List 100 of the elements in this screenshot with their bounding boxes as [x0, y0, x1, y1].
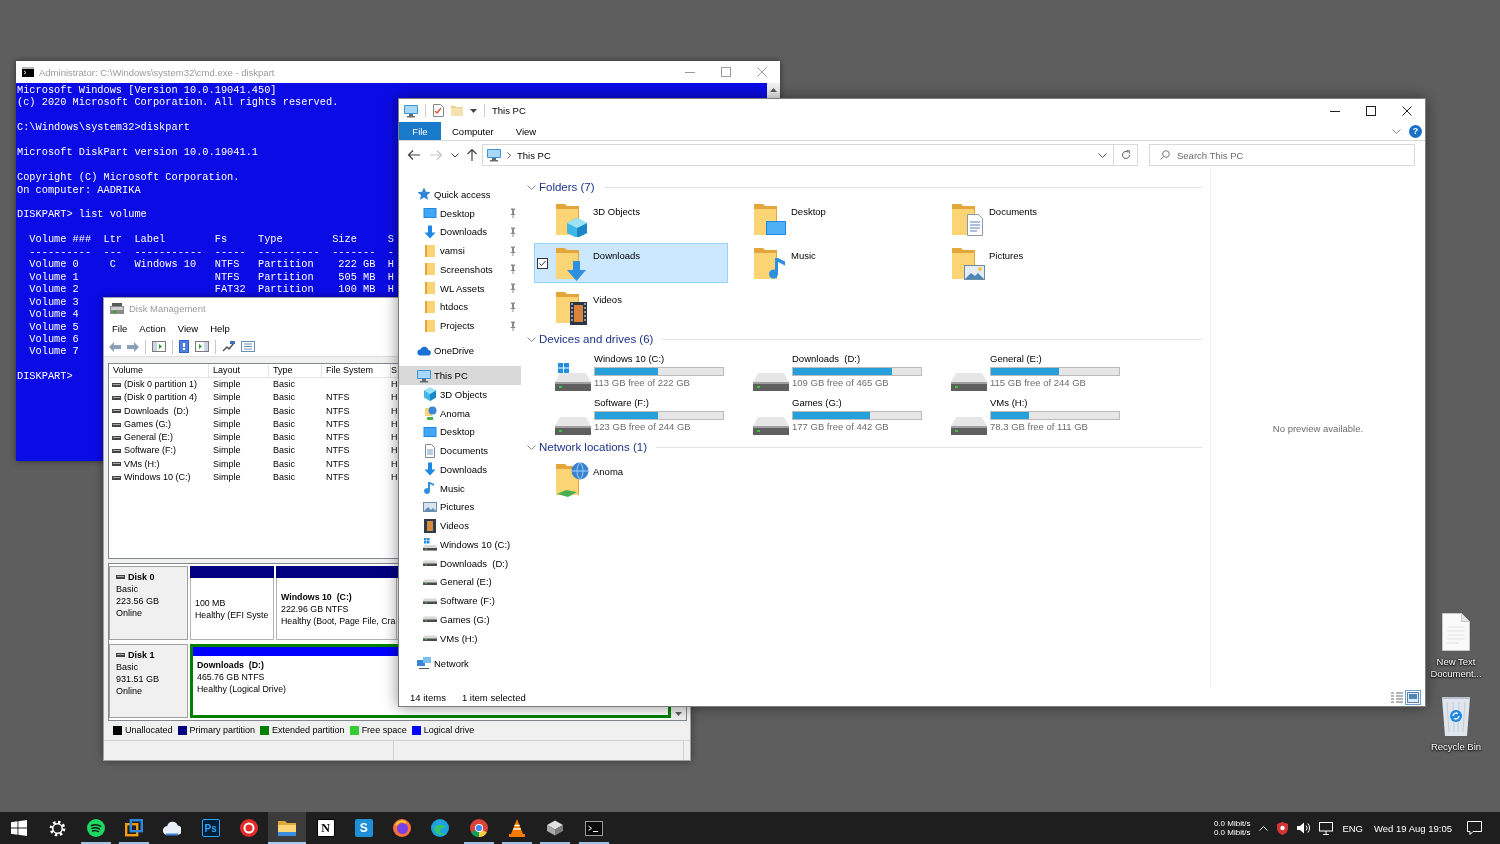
file-menu-button[interactable]: File: [399, 122, 441, 140]
column-header[interactable]: Type: [269, 364, 322, 378]
nav-item[interactable]: Pictures: [399, 497, 521, 517]
scroll-down-icon[interactable]: [675, 712, 682, 716]
drive-icon: [753, 373, 789, 391]
taskbar-button[interactable]: Ps: [191, 812, 230, 844]
forward-arrow-icon[interactable]: [127, 341, 139, 352]
nav-item[interactable]: htdocs: [399, 297, 521, 317]
nav-item[interactable]: VMs (H:): [399, 628, 521, 648]
column-header[interactable]: Layout: [209, 364, 269, 378]
nav-item[interactable]: Network: [399, 653, 521, 673]
nav-item[interactable]: Desktop: [399, 422, 521, 442]
nav-item[interactable]: 3D Objects: [399, 385, 521, 404]
help-button[interactable]: ?: [1409, 124, 1422, 138]
ribbon-tab[interactable]: View: [504, 122, 548, 140]
console-line: Copyright (C) Microsoft Corporation.: [17, 171, 240, 184]
notification-icon[interactable]: [1467, 821, 1482, 835]
checklist-icon[interactable]: [433, 104, 444, 117]
nav-item[interactable]: Quick access: [399, 185, 521, 204]
speaker-icon[interactable]: [1297, 822, 1311, 834]
folder-tile[interactable]: Anoma: [534, 459, 728, 499]
partition-status: Healthy (EFI Syste: [195, 608, 269, 621]
nav-item[interactable]: WL Assets: [399, 278, 521, 298]
refresh-button[interactable]: [1114, 144, 1138, 166]
large-icons-view-icon[interactable]: [1407, 691, 1419, 703]
taskbar-button[interactable]: N: [306, 812, 345, 844]
nav-item[interactable]: Desktop: [399, 203, 521, 223]
nav-item[interactable]: Software (F:): [399, 591, 521, 610]
drive-icon: [423, 616, 437, 623]
folder-tile[interactable]: Downloads: [534, 243, 728, 283]
trend-line-icon[interactable]: [222, 341, 235, 352]
menu-item[interactable]: Action: [133, 322, 172, 334]
nav-item[interactable]: Anoma: [399, 403, 521, 423]
nav-item[interactable]: Documents: [399, 441, 521, 460]
panel-icon[interactable]: [152, 341, 166, 352]
breadcrumb[interactable]: This PC: [517, 149, 551, 161]
monitor-icon[interactable]: [1319, 821, 1334, 835]
disk-icon: [116, 653, 125, 657]
console-line: DISKPART>: [17, 370, 73, 383]
chevron-up-icon[interactable]: [1259, 825, 1269, 831]
table-cell-text: Simple: [212, 444, 242, 458]
folder-tile[interactable]: Videos: [534, 287, 728, 327]
exclamation-icon[interactable]: [179, 340, 189, 353]
nav-item[interactable]: Downloads: [399, 460, 521, 479]
nav-item[interactable]: Games (G:): [399, 610, 521, 629]
chevron-down-icon[interactable]: [451, 152, 459, 158]
computer-icon[interactable]: [404, 103, 418, 118]
clock-text[interactable]: Wed 19 Aug 19:05: [1374, 822, 1452, 834]
circle-waves-icon: [86, 819, 105, 837]
desktop-shortcut[interactable]: Recycle Bin: [1428, 694, 1484, 753]
folder-tile[interactable]: Pictures: [930, 243, 1124, 283]
nav-item[interactable]: Windows 10 (C:): [399, 535, 521, 554]
table-cell: (Disk 0 partition 4): [124, 391, 198, 405]
scroll-up-icon[interactable]: [770, 88, 777, 92]
star-icon: [417, 187, 431, 202]
console-line: Volume 1 NTFS Partition 505 MB H: [28, 270, 394, 284]
group-header[interactable]: Network locations (1): [527, 439, 1202, 455]
document-icon: [423, 443, 437, 458]
shield-icon[interactable]: [1277, 821, 1289, 835]
folder-icon: [423, 299, 437, 314]
nav-item[interactable]: Downloads (D:): [399, 553, 521, 573]
back-icon[interactable]: [407, 149, 421, 161]
nav-item[interactable]: Screenshots: [399, 260, 521, 279]
nav-item[interactable]: Downloads: [399, 222, 521, 242]
folder-tile[interactable]: Documents: [930, 199, 1124, 239]
address-field[interactable]: This PC: [482, 144, 1114, 166]
nav-item[interactable]: General (E:): [399, 572, 521, 592]
menu-item[interactable]: Help: [204, 322, 236, 334]
pane-icon[interactable]: [195, 341, 209, 352]
menu-item[interactable]: View: [171, 322, 205, 334]
disk-name: Disk 0: [128, 571, 155, 583]
desktop-shortcut[interactable]: New Text Document...: [1428, 613, 1484, 680]
nav-item[interactable]: This PC: [399, 366, 521, 385]
taskbar-button[interactable]: S: [344, 812, 383, 844]
chevron-down-icon[interactable]: [1098, 152, 1107, 158]
search-field[interactable]: Search This PC: [1149, 144, 1415, 166]
column-header[interactable]: File System: [322, 364, 391, 378]
console-line: (c) 2020 Microsoft Corporation. All rights reserved.: [17, 96, 339, 109]
group-header[interactable]: Folders (7): [527, 179, 1202, 195]
nav-item[interactable]: Videos: [399, 516, 521, 535]
console-line: Volume 0 C Windows 10 NTFS Partition 222 GB H: [28, 258, 394, 271]
column-header[interactable]: Volume: [109, 364, 209, 378]
ribbon-tab[interactable]: Computer: [441, 122, 505, 140]
close-icon[interactable]: [1402, 105, 1412, 116]
folder-tile[interactable]: Music: [732, 243, 926, 283]
folder-tile[interactable]: 3D Objects: [534, 199, 728, 239]
menu-item[interactable]: File: [106, 322, 134, 334]
caret-icon[interactable]: [470, 108, 477, 113]
folder-tile[interactable]: Desktop: [732, 199, 926, 239]
back-arrow-icon[interactable]: [109, 341, 121, 352]
nav-item[interactable]: OneDrive: [399, 341, 521, 360]
group-header[interactable]: Devices and drives (6): [527, 331, 1202, 347]
nav-item[interactable]: Music: [399, 478, 521, 498]
nav-item[interactable]: vamsi: [399, 241, 521, 260]
maximize-icon[interactable]: [1366, 105, 1376, 116]
taskbar-button[interactable]: [268, 812, 307, 844]
language-indicator[interactable]: ENG: [1342, 822, 1363, 834]
list-window-icon[interactable]: [241, 341, 255, 352]
up-arrow-icon[interactable]: [466, 148, 478, 162]
nav-item[interactable]: Projects: [399, 316, 521, 335]
